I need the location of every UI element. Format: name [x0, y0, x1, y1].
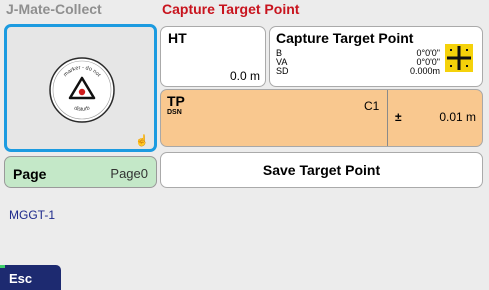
page-value: Page0	[110, 166, 148, 181]
tp-code: C1	[364, 99, 380, 113]
ht-field[interactable]: HT 0.0 m	[160, 26, 266, 87]
slope-distance-row: SD 0.000m	[276, 66, 440, 76]
survey-marker-image: marker - do not disturb	[49, 57, 115, 123]
slope-distance-label: SD	[276, 66, 289, 76]
tolerance-symbol: ±	[395, 110, 402, 124]
app-title: J-Mate-Collect	[6, 1, 102, 17]
slope-distance-value: 0.000m	[409, 66, 440, 76]
esc-button-label: Esc	[9, 271, 33, 286]
hand-pointer-icon: ☝	[135, 135, 149, 147]
job-name: MGGT-1	[9, 208, 56, 222]
capture-target-panel[interactable]: Capture Target Point B 0°0'0" VA 0°0'0" …	[269, 26, 483, 87]
capture-target-title: Capture Target Point	[276, 30, 414, 46]
screen-title: Capture Target Point	[162, 1, 300, 17]
tolerance-value[interactable]: 0.01 m	[439, 110, 476, 124]
save-target-point-button[interactable]: Save Target Point	[160, 152, 483, 188]
marker-image-panel[interactable]: marker - do not disturb ☝	[4, 24, 157, 152]
tp-sublabel: DSN	[167, 109, 182, 116]
ht-value: 0.0 m	[229, 69, 260, 83]
page-label: Page	[13, 166, 47, 182]
target-crosshair-icon[interactable]	[445, 44, 473, 72]
ht-label: HT	[168, 30, 187, 46]
target-point-field[interactable]: TP DSN C1 ± 0.01 m	[160, 89, 483, 147]
esc-button[interactable]: Esc	[0, 265, 61, 290]
esc-accent	[0, 265, 5, 268]
tp-label: TP	[167, 93, 185, 109]
page-selector[interactable]: Page Page0	[4, 156, 157, 188]
tp-divider	[387, 90, 388, 146]
